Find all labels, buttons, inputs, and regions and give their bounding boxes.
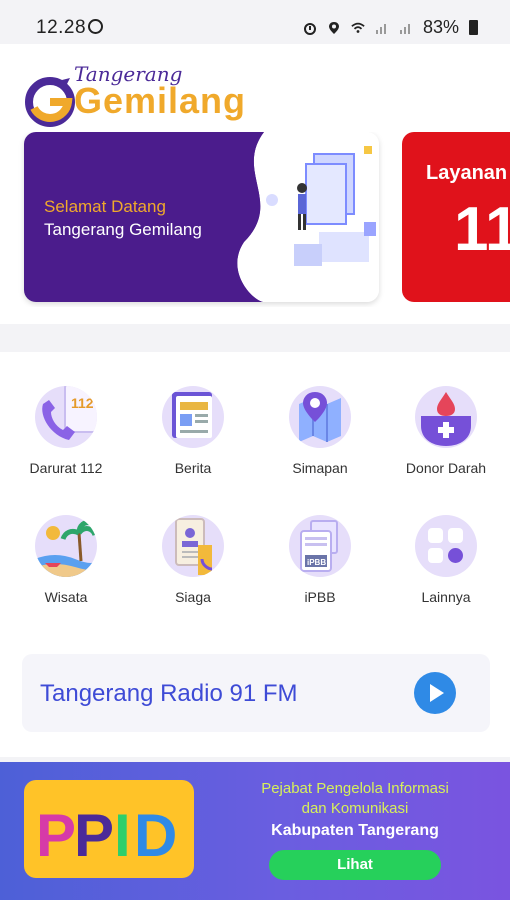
- svg-text:112: 112: [71, 395, 94, 411]
- status-time: 12.28: [36, 17, 87, 38]
- menu-label-wisata: Wisata: [44, 589, 88, 605]
- map-pin-icon: [289, 386, 351, 448]
- menu-label-lainnya: Lainnya: [421, 589, 471, 605]
- logo-main-text: Gemilang: [74, 80, 247, 121]
- menu-item-lainnya[interactable]: Lainnya: [396, 515, 496, 605]
- whatsapp-notification-icon: [88, 19, 103, 34]
- svg-text:P: P: [74, 802, 114, 869]
- menu-label-darurat-112: Darurat 112: [29, 460, 103, 476]
- ppid-banner: P P I D Pejabat Pengelola Informasi dan …: [0, 762, 510, 900]
- svg-text:P: P: [36, 802, 76, 869]
- radio-title: Tangerang Radio 91 FM: [40, 680, 298, 707]
- welcome-banner[interactable]: Selamat Datang Tangerang Gemilang: [24, 132, 379, 302]
- menu-item-wisata[interactable]: Wisata: [16, 515, 116, 605]
- phone-112-icon: 112: [35, 386, 97, 448]
- menu-label-simapan: Simapan: [292, 460, 348, 476]
- banner-greeting: Selamat Datang: [44, 197, 166, 216]
- svg-text:iPBB: iPBB: [307, 558, 326, 567]
- svg-text:I: I: [114, 802, 131, 869]
- signal-icon: [375, 23, 386, 34]
- menu-label-ipbb: iPBB: [304, 589, 336, 605]
- ppid-line1: Pejabat Pengelola Informasi: [261, 780, 449, 797]
- banner-carousel[interactable]: Selamat Datang Tangerang Gemilang Layana…: [0, 132, 510, 307]
- status-icons: 83%: [303, 17, 478, 38]
- menu-item-darurat-112[interactable]: 112 Darurat 112: [16, 386, 116, 476]
- radio-card[interactable]: Tangerang Radio 91 FM: [22, 654, 490, 732]
- banner-app-name: Tangerang Gemilang: [44, 220, 202, 239]
- menu-label-siaga: Siaga: [175, 589, 211, 605]
- ppid-line3: Kabupaten Tangerang: [271, 822, 439, 839]
- play-button[interactable]: [414, 672, 456, 714]
- menu-item-donor-darah[interactable]: Donor Darah: [396, 386, 496, 476]
- app-screen: 12.28 83% Tangerang Gemilang Selamat Dat…: [0, 0, 510, 900]
- menu-label-berita: Berita: [174, 460, 212, 476]
- ppid-logo-icon: P P I D: [36, 802, 177, 869]
- menu-item-siaga[interactable]: Siaga: [143, 515, 243, 605]
- news-icon: [162, 386, 224, 448]
- menu-item-ipbb[interactable]: iPBB iPBB: [270, 515, 370, 605]
- menu-item-berita[interactable]: Berita: [143, 386, 243, 476]
- city-illustration-icon: [224, 132, 379, 302]
- ppid-line2: dan Komunikasi: [301, 800, 409, 817]
- lihat-button[interactable]: Lihat: [269, 850, 441, 880]
- emergency-service-banner[interactable]: Layanan 11: [402, 132, 510, 302]
- beach-icon: [35, 515, 97, 577]
- wifi-icon: [351, 22, 365, 33]
- ppid-logo: P P I D: [24, 780, 194, 878]
- battery-percent: 83%: [422, 17, 459, 37]
- banner2-title: Layanan: [426, 162, 508, 184]
- menu-label-donor-darah: Donor Darah: [405, 460, 487, 476]
- tax-document-icon: iPBB: [289, 515, 351, 577]
- blood-drop-icon: [415, 386, 477, 448]
- signal-icon-2: [399, 23, 410, 34]
- svg-text:D: D: [134, 802, 177, 869]
- status-bar: 12.28 83%: [0, 0, 510, 44]
- banner2-number: 11: [454, 195, 510, 264]
- logo-mark-icon: [25, 77, 75, 127]
- alarm-icon: [303, 22, 316, 35]
- home-header: Tangerang Gemilang Selamat Datang Tanger…: [0, 44, 510, 324]
- grid-more-icon: [415, 515, 477, 577]
- app-logo: Tangerang Gemilang: [24, 62, 247, 127]
- phonebook-icon: [162, 515, 224, 577]
- menu-item-simapan[interactable]: Simapan: [270, 386, 370, 476]
- battery-icon: [469, 20, 478, 35]
- location-icon: [328, 21, 339, 34]
